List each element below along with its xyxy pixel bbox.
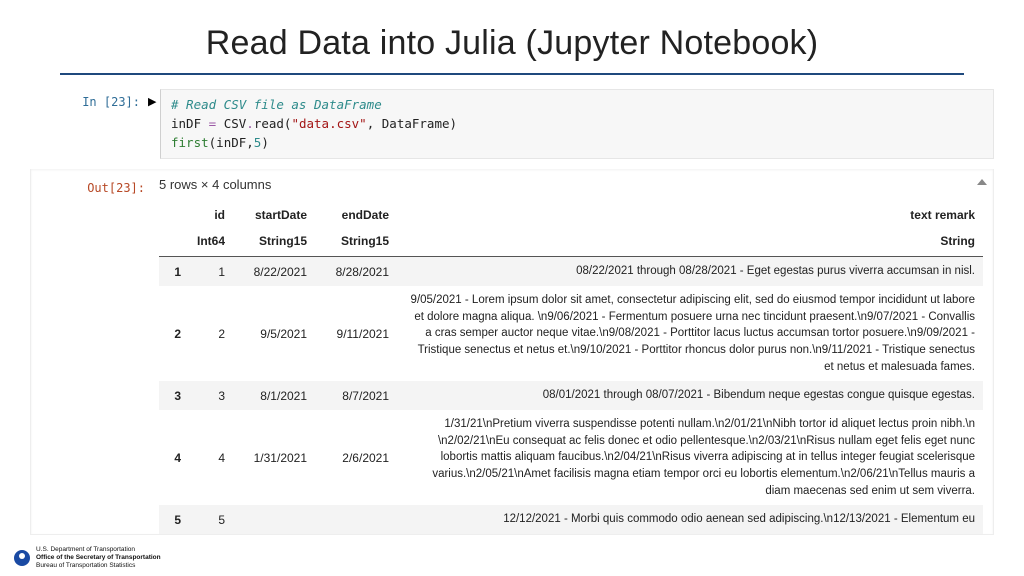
row-index: 1 <box>159 257 189 286</box>
cell-endDate: 9/11/2021 <box>315 286 397 381</box>
output-cell: Out[23]: 5 rows × 4 columns id startDate… <box>30 169 994 535</box>
cell-startDate: 9/5/2021 <box>233 286 315 381</box>
df-dimensions: 5 rows × 4 columns <box>159 177 983 192</box>
cell-text: 08/01/2021 through 08/07/2021 - Bibendum… <box>397 381 983 410</box>
slide-title: Read Data into Julia (Jupyter Notebook) <box>0 0 1024 73</box>
dot-logo-icon <box>14 550 30 566</box>
cell-id: 4 <box>189 410 233 505</box>
header-row-types: Int64 String15 String15 String <box>159 228 983 257</box>
col-startDate: startDate <box>233 202 315 228</box>
run-cell-icon[interactable]: ▶❙ <box>148 89 160 108</box>
cell-text: 1/31/21\nPretium viverra suspendisse pot… <box>397 410 983 505</box>
cell-endDate: 2/6/2021 <box>315 410 397 505</box>
table-row: 441/31/20212/6/20211/31/21\nPretium vive… <box>159 410 983 505</box>
table-row: 55 12/12/2021 - Morbi quis commodo odio a… <box>159 505 983 534</box>
col-endDate: endDate <box>315 202 397 228</box>
footer-line2: Office of the Secretary of Transportatio… <box>36 554 161 562</box>
row-index: 3 <box>159 381 189 410</box>
cell-startDate: 1/31/2021 <box>233 410 315 505</box>
title-rule <box>60 73 964 75</box>
cell-id: 2 <box>189 286 233 381</box>
cell-startDate <box>233 505 315 534</box>
footer-line3: Bureau of Transportation Statistics <box>36 562 161 570</box>
cell-text: 08/22/2021 through 08/28/2021 - Eget ege… <box>397 257 983 286</box>
row-index: 5 <box>159 505 189 534</box>
table-row: 229/5/20219/11/20219/05/2021 - Lorem ips… <box>159 286 983 381</box>
col-textremark: text remark <box>397 202 983 228</box>
cell-endDate <box>315 505 397 534</box>
out-prompt: Out[23]: <box>65 175 153 534</box>
table-row: 118/22/20218/28/202108/22/2021 through 0… <box>159 257 983 286</box>
code-comment: # Read CSV file as DataFrame <box>171 97 382 112</box>
header-row-names: id startDate endDate text remark <box>159 202 983 228</box>
output-area: 5 rows × 4 columns id startDate endDate … <box>153 175 989 534</box>
cell-id: 1 <box>189 257 233 286</box>
cell-startDate: 8/1/2021 <box>233 381 315 410</box>
cell-startDate: 8/22/2021 <box>233 257 315 286</box>
cell-id: 3 <box>189 381 233 410</box>
col-id: id <box>189 202 233 228</box>
cell-endDate: 8/28/2021 <box>315 257 397 286</box>
input-cell: In [23]: ▶❙ # Read CSV file as DataFrame… <box>60 89 994 159</box>
scroll-up-icon[interactable] <box>975 175 989 189</box>
footer-line1: U.S. Department of Transportation <box>36 546 161 554</box>
footer: U.S. Department of Transportation Office… <box>14 546 161 570</box>
table-row: 338/1/20218/7/202108/01/2021 through 08/… <box>159 381 983 410</box>
footer-text: U.S. Department of Transportation Office… <box>36 546 161 570</box>
row-index: 4 <box>159 410 189 505</box>
cell-id: 5 <box>189 505 233 534</box>
cell-text: 9/05/2021 - Lorem ipsum dolor sit amet, … <box>397 286 983 381</box>
code-editor[interactable]: # Read CSV file as DataFrame inDF = CSV.… <box>160 89 994 159</box>
in-prompt: In [23]: <box>60 89 148 109</box>
row-index: 2 <box>159 286 189 381</box>
notebook-area: In [23]: ▶❙ # Read CSV file as DataFrame… <box>60 89 994 535</box>
dataframe-table: id startDate endDate text remark Int64 S… <box>159 202 983 534</box>
cell-text: 12/12/2021 - Morbi quis commodo odio aen… <box>397 505 983 534</box>
cell-endDate: 8/7/2021 <box>315 381 397 410</box>
